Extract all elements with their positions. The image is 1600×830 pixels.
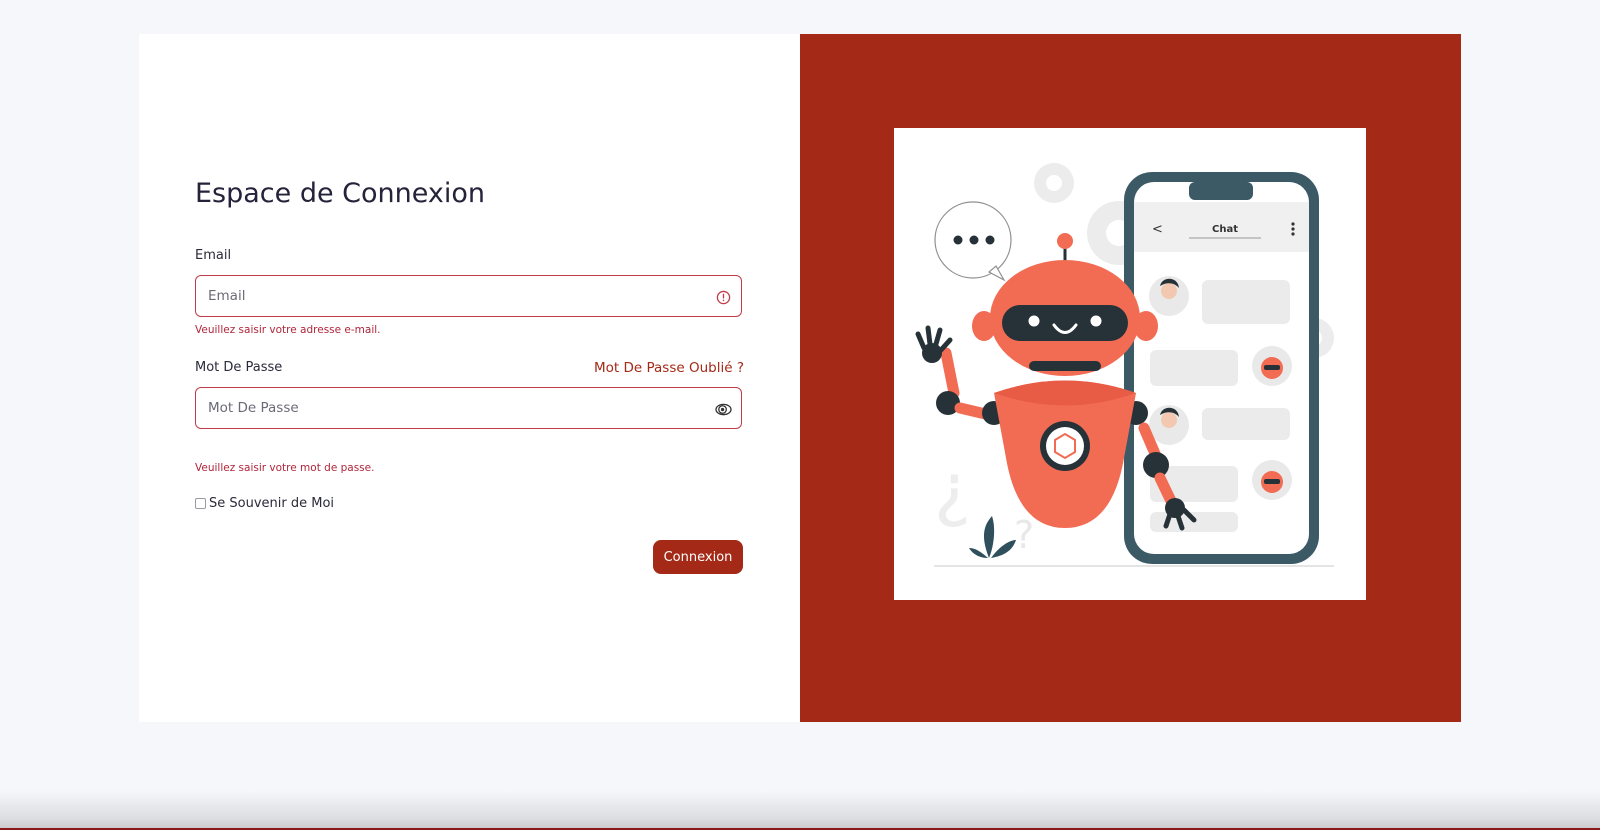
email-error-message: Veuillez saisir votre adresse e-mail. [195,324,381,336]
remember-me[interactable]: Se Souvenir de Moi [195,496,334,511]
password-field[interactable] [195,387,742,429]
svg-text:¿: ¿ [934,448,971,530]
login-panel: Espace de Connexion Email Veuillez saisi… [139,34,800,722]
chatbot-robot-illustration: ¿ ? < Chat [894,128,1366,600]
illustration-panel: ¿ ? < Chat [800,34,1461,722]
email-input[interactable] [196,276,741,316]
svg-text:?: ? [1014,513,1034,557]
page-title: Espace de Connexion [195,178,486,209]
forgot-password-link[interactable]: Mot De Passe Oublié ? [594,360,744,376]
password-input[interactable] [196,388,741,428]
password-label: Mot De Passe [195,360,283,375]
phone-chat-title: Chat [1212,224,1238,235]
login-button[interactable]: Connexion [653,540,743,574]
login-card: Espace de Connexion Email Veuillez saisi… [139,34,1461,722]
page-bottom-shadow [0,790,1600,830]
more-vertical-icon [1291,222,1295,236]
back-arrow-icon: < [1152,222,1163,237]
remember-me-label: Se Souvenir de Moi [209,496,335,511]
speech-bubble-icon [934,201,1012,282]
eye-toggle-icon[interactable] [713,399,733,419]
password-error-message: Veuillez saisir votre mot de passe. [195,462,375,474]
remember-me-checkbox[interactable] [195,498,206,509]
phone-illustration: < Chat [1124,172,1319,564]
alert-circle-icon [713,287,733,307]
email-field[interactable] [195,275,742,317]
email-label: Email [195,248,232,263]
